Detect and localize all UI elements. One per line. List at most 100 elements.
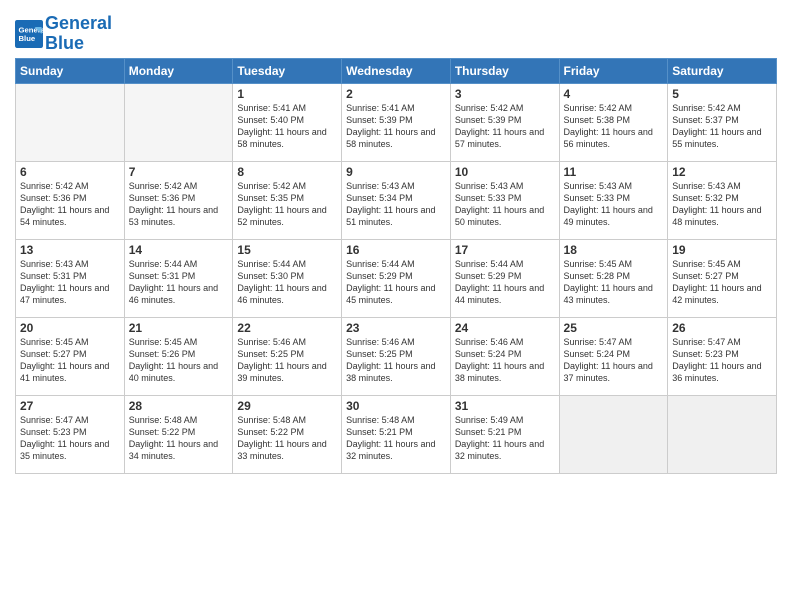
calendar-cell: 13Sunrise: 5:43 AMSunset: 5:31 PMDayligh… bbox=[16, 239, 125, 317]
cell-details: Sunrise: 5:44 AMSunset: 5:31 PMDaylight:… bbox=[129, 258, 229, 307]
day-header-friday: Friday bbox=[559, 58, 668, 83]
calendar-cell bbox=[124, 83, 233, 161]
cell-details: Sunrise: 5:45 AMSunset: 5:27 PMDaylight:… bbox=[20, 336, 120, 385]
calendar-cell: 20Sunrise: 5:45 AMSunset: 5:27 PMDayligh… bbox=[16, 317, 125, 395]
calendar-table: SundayMondayTuesdayWednesdayThursdayFrid… bbox=[15, 58, 777, 474]
calendar-cell: 21Sunrise: 5:45 AMSunset: 5:26 PMDayligh… bbox=[124, 317, 233, 395]
cell-details: Sunrise: 5:42 AMSunset: 5:38 PMDaylight:… bbox=[564, 102, 664, 151]
calendar-cell: 6Sunrise: 5:42 AMSunset: 5:36 PMDaylight… bbox=[16, 161, 125, 239]
day-number: 17 bbox=[455, 243, 555, 257]
calendar-cell bbox=[559, 395, 668, 473]
logo: General Blue General Blue bbox=[15, 14, 112, 54]
day-number: 29 bbox=[237, 399, 337, 413]
cell-details: Sunrise: 5:43 AMSunset: 5:31 PMDaylight:… bbox=[20, 258, 120, 307]
cell-details: Sunrise: 5:46 AMSunset: 5:25 PMDaylight:… bbox=[237, 336, 337, 385]
calendar-cell: 24Sunrise: 5:46 AMSunset: 5:24 PMDayligh… bbox=[450, 317, 559, 395]
day-number: 22 bbox=[237, 321, 337, 335]
day-number: 19 bbox=[672, 243, 772, 257]
day-number: 11 bbox=[564, 165, 664, 179]
cell-details: Sunrise: 5:42 AMSunset: 5:36 PMDaylight:… bbox=[20, 180, 120, 229]
day-number: 23 bbox=[346, 321, 446, 335]
day-header-thursday: Thursday bbox=[450, 58, 559, 83]
calendar-cell bbox=[16, 83, 125, 161]
day-header-sunday: Sunday bbox=[16, 58, 125, 83]
cell-details: Sunrise: 5:45 AMSunset: 5:28 PMDaylight:… bbox=[564, 258, 664, 307]
calendar-header-row: SundayMondayTuesdayWednesdayThursdayFrid… bbox=[16, 58, 777, 83]
day-number: 28 bbox=[129, 399, 229, 413]
calendar-cell: 5Sunrise: 5:42 AMSunset: 5:37 PMDaylight… bbox=[668, 83, 777, 161]
day-number: 8 bbox=[237, 165, 337, 179]
day-number: 6 bbox=[20, 165, 120, 179]
week-row-3: 13Sunrise: 5:43 AMSunset: 5:31 PMDayligh… bbox=[16, 239, 777, 317]
day-header-tuesday: Tuesday bbox=[233, 58, 342, 83]
day-number: 10 bbox=[455, 165, 555, 179]
calendar-cell: 14Sunrise: 5:44 AMSunset: 5:31 PMDayligh… bbox=[124, 239, 233, 317]
week-row-5: 27Sunrise: 5:47 AMSunset: 5:23 PMDayligh… bbox=[16, 395, 777, 473]
logo-icon: General Blue bbox=[15, 20, 43, 48]
calendar-cell: 15Sunrise: 5:44 AMSunset: 5:30 PMDayligh… bbox=[233, 239, 342, 317]
cell-details: Sunrise: 5:47 AMSunset: 5:23 PMDaylight:… bbox=[20, 414, 120, 463]
cell-details: Sunrise: 5:42 AMSunset: 5:39 PMDaylight:… bbox=[455, 102, 555, 151]
cell-details: Sunrise: 5:49 AMSunset: 5:21 PMDaylight:… bbox=[455, 414, 555, 463]
day-number: 7 bbox=[129, 165, 229, 179]
calendar-cell bbox=[668, 395, 777, 473]
day-number: 21 bbox=[129, 321, 229, 335]
day-header-wednesday: Wednesday bbox=[342, 58, 451, 83]
week-row-2: 6Sunrise: 5:42 AMSunset: 5:36 PMDaylight… bbox=[16, 161, 777, 239]
cell-details: Sunrise: 5:42 AMSunset: 5:36 PMDaylight:… bbox=[129, 180, 229, 229]
calendar-cell: 17Sunrise: 5:44 AMSunset: 5:29 PMDayligh… bbox=[450, 239, 559, 317]
cell-details: Sunrise: 5:46 AMSunset: 5:25 PMDaylight:… bbox=[346, 336, 446, 385]
day-number: 18 bbox=[564, 243, 664, 257]
cell-details: Sunrise: 5:45 AMSunset: 5:26 PMDaylight:… bbox=[129, 336, 229, 385]
page-container: General Blue General Blue SundayMondayTu… bbox=[0, 0, 792, 479]
calendar-cell: 28Sunrise: 5:48 AMSunset: 5:22 PMDayligh… bbox=[124, 395, 233, 473]
cell-details: Sunrise: 5:44 AMSunset: 5:29 PMDaylight:… bbox=[346, 258, 446, 307]
cell-details: Sunrise: 5:44 AMSunset: 5:30 PMDaylight:… bbox=[237, 258, 337, 307]
calendar-cell: 16Sunrise: 5:44 AMSunset: 5:29 PMDayligh… bbox=[342, 239, 451, 317]
calendar-cell: 25Sunrise: 5:47 AMSunset: 5:24 PMDayligh… bbox=[559, 317, 668, 395]
cell-details: Sunrise: 5:43 AMSunset: 5:32 PMDaylight:… bbox=[672, 180, 772, 229]
logo-text: General bbox=[45, 14, 112, 34]
day-number: 24 bbox=[455, 321, 555, 335]
calendar-cell: 12Sunrise: 5:43 AMSunset: 5:32 PMDayligh… bbox=[668, 161, 777, 239]
week-row-4: 20Sunrise: 5:45 AMSunset: 5:27 PMDayligh… bbox=[16, 317, 777, 395]
logo-text2: Blue bbox=[45, 34, 112, 54]
day-number: 13 bbox=[20, 243, 120, 257]
day-number: 12 bbox=[672, 165, 772, 179]
cell-details: Sunrise: 5:48 AMSunset: 5:21 PMDaylight:… bbox=[346, 414, 446, 463]
day-number: 26 bbox=[672, 321, 772, 335]
calendar-cell: 7Sunrise: 5:42 AMSunset: 5:36 PMDaylight… bbox=[124, 161, 233, 239]
week-row-1: 1Sunrise: 5:41 AMSunset: 5:40 PMDaylight… bbox=[16, 83, 777, 161]
svg-text:Blue: Blue bbox=[19, 34, 36, 43]
day-number: 27 bbox=[20, 399, 120, 413]
day-number: 5 bbox=[672, 87, 772, 101]
cell-details: Sunrise: 5:43 AMSunset: 5:33 PMDaylight:… bbox=[564, 180, 664, 229]
header: General Blue General Blue bbox=[15, 10, 777, 54]
day-number: 1 bbox=[237, 87, 337, 101]
calendar-cell: 23Sunrise: 5:46 AMSunset: 5:25 PMDayligh… bbox=[342, 317, 451, 395]
calendar-cell: 22Sunrise: 5:46 AMSunset: 5:25 PMDayligh… bbox=[233, 317, 342, 395]
calendar-cell: 19Sunrise: 5:45 AMSunset: 5:27 PMDayligh… bbox=[668, 239, 777, 317]
calendar-cell: 29Sunrise: 5:48 AMSunset: 5:22 PMDayligh… bbox=[233, 395, 342, 473]
cell-details: Sunrise: 5:42 AMSunset: 5:35 PMDaylight:… bbox=[237, 180, 337, 229]
calendar-cell: 30Sunrise: 5:48 AMSunset: 5:21 PMDayligh… bbox=[342, 395, 451, 473]
cell-details: Sunrise: 5:47 AMSunset: 5:23 PMDaylight:… bbox=[672, 336, 772, 385]
calendar-cell: 1Sunrise: 5:41 AMSunset: 5:40 PMDaylight… bbox=[233, 83, 342, 161]
day-header-monday: Monday bbox=[124, 58, 233, 83]
cell-details: Sunrise: 5:43 AMSunset: 5:34 PMDaylight:… bbox=[346, 180, 446, 229]
calendar-cell: 2Sunrise: 5:41 AMSunset: 5:39 PMDaylight… bbox=[342, 83, 451, 161]
day-number: 4 bbox=[564, 87, 664, 101]
cell-details: Sunrise: 5:48 AMSunset: 5:22 PMDaylight:… bbox=[129, 414, 229, 463]
day-header-saturday: Saturday bbox=[668, 58, 777, 83]
calendar-cell: 18Sunrise: 5:45 AMSunset: 5:28 PMDayligh… bbox=[559, 239, 668, 317]
cell-details: Sunrise: 5:41 AMSunset: 5:39 PMDaylight:… bbox=[346, 102, 446, 151]
day-number: 3 bbox=[455, 87, 555, 101]
day-number: 31 bbox=[455, 399, 555, 413]
cell-details: Sunrise: 5:42 AMSunset: 5:37 PMDaylight:… bbox=[672, 102, 772, 151]
calendar-cell: 8Sunrise: 5:42 AMSunset: 5:35 PMDaylight… bbox=[233, 161, 342, 239]
calendar-cell: 27Sunrise: 5:47 AMSunset: 5:23 PMDayligh… bbox=[16, 395, 125, 473]
cell-details: Sunrise: 5:43 AMSunset: 5:33 PMDaylight:… bbox=[455, 180, 555, 229]
cell-details: Sunrise: 5:41 AMSunset: 5:40 PMDaylight:… bbox=[237, 102, 337, 151]
day-number: 20 bbox=[20, 321, 120, 335]
calendar-cell: 9Sunrise: 5:43 AMSunset: 5:34 PMDaylight… bbox=[342, 161, 451, 239]
